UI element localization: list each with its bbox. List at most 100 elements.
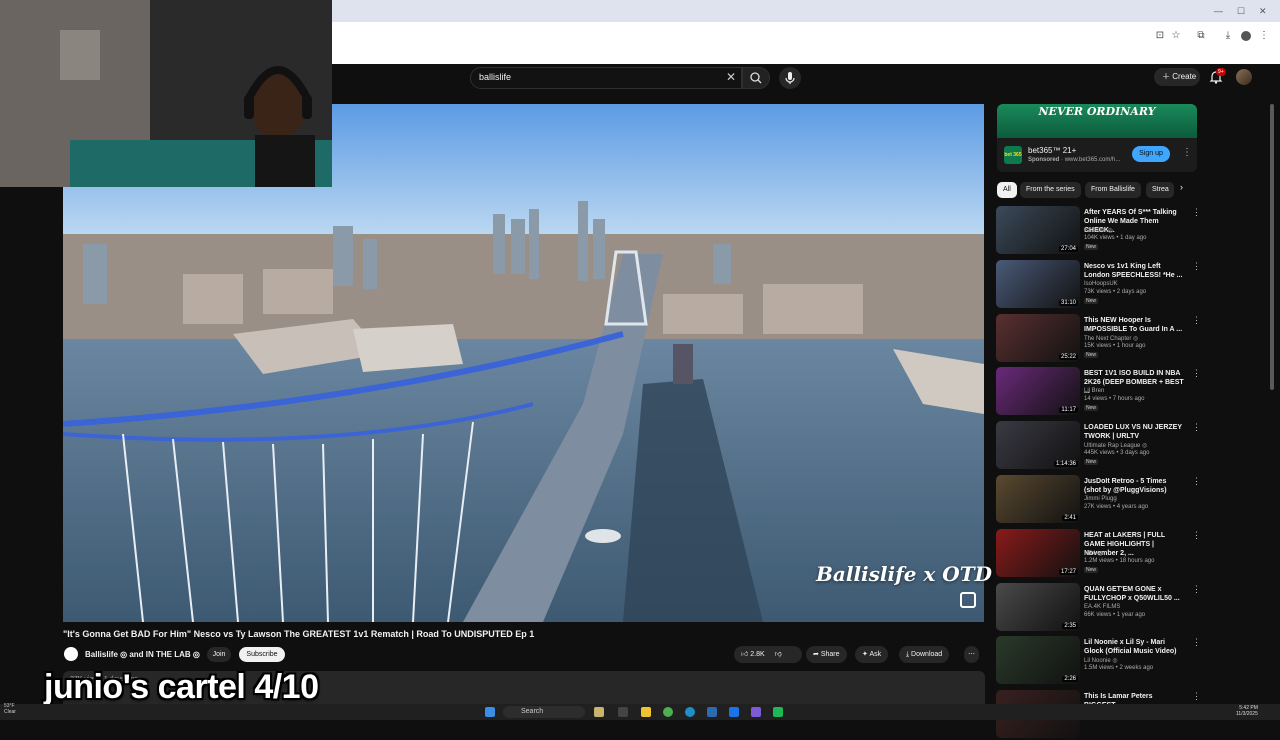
page-scrollbar[interactable] <box>1270 104 1274 390</box>
browser-menu-icon[interactable]: ⋮ <box>1259 31 1269 41</box>
join-button[interactable]: Join <box>207 647 231 662</box>
recommendation-item[interactable]: 11:17 BEST 1V1 ISO BUILD IN NBA 2K26 (DEE… <box>996 367 1201 417</box>
download-label: Download <box>911 651 943 658</box>
browser-address-bar[interactable] <box>332 22 1280 64</box>
recommendation-title[interactable]: This NEW Hooper Is IMPOSSIBLE To Guard I… <box>1084 316 1184 334</box>
recommendation-channel: Ballislife ◎ <box>1084 228 1113 234</box>
account-avatar[interactable] <box>1236 69 1252 85</box>
like-dislike-group[interactable]: 👍︎ 2.8K 👎︎ <box>734 646 802 663</box>
recommendation-menu-icon[interactable]: ⋮ <box>1192 476 1201 487</box>
duration-badge: 11:17 <box>1059 407 1078 413</box>
search-icon <box>750 72 762 84</box>
discord-icon[interactable] <box>751 707 761 717</box>
taskbar-search-box[interactable]: Search <box>503 706 585 718</box>
recommendation-item[interactable]: 2:35 QUAN GET'EM GONE x FULLYCHOP x Q50WL… <box>996 583 1201 633</box>
recommendation-thumbnail[interactable]: 2:26 <box>996 636 1080 684</box>
recommendation-title[interactable]: JusDoIt Retroo - 5 Times (shot by @Plugg… <box>1084 477 1184 495</box>
ad-menu-icon[interactable]: ⋮ <box>1182 147 1192 158</box>
recommendation-thumbnail[interactable]: 2:35 <box>996 583 1080 631</box>
recommendation-thumbnail[interactable]: 25:22 <box>996 314 1080 362</box>
chip-from-series[interactable]: From the series <box>1020 182 1081 198</box>
install-icon[interactable]: ⊡ <box>1155 31 1165 41</box>
profile-icon[interactable] <box>1241 31 1251 41</box>
subscribe-button[interactable]: Subscribe <box>239 647 285 662</box>
recommendation-title[interactable]: Nesco vs 1v1 King Left London SPEECHLESS… <box>1084 262 1184 280</box>
app-icon[interactable] <box>773 707 783 717</box>
ad-sponsored-line: Sponsored · www.bet365.com/h... <box>1028 157 1121 163</box>
channel-name[interactable]: Ballislife ◎ and IN THE LAB ◎ <box>85 650 200 659</box>
recommendation-menu-icon[interactable]: ⋮ <box>1192 637 1201 648</box>
recommendation-menu-icon[interactable]: ⋮ <box>1192 422 1201 433</box>
extensions-icon[interactable]: ⧉ <box>1196 31 1206 41</box>
system-clock[interactable]: 5:42 PM 11/3/2025 <box>1236 705 1258 717</box>
channel-avatar[interactable] <box>64 647 78 661</box>
recommendation-menu-icon[interactable]: ⋮ <box>1192 207 1201 218</box>
close-window-icon[interactable]: ✕ <box>1259 6 1267 17</box>
ask-button[interactable]: ✦ Ask <box>855 646 889 663</box>
start-menu-icon[interactable] <box>485 707 495 717</box>
create-button[interactable]: ＋ Create <box>1154 68 1200 86</box>
maximize-icon[interactable]: ☐ <box>1237 6 1245 17</box>
chip-streams[interactable]: Strea <box>1146 182 1174 198</box>
recommendation-item[interactable]: 2:41 JusDoIt Retroo - 5 Times (shot by @P… <box>996 475 1201 525</box>
bookmark-star-icon[interactable]: ☆ <box>1171 31 1181 41</box>
downloads-icon[interactable]: ⤓ <box>1223 31 1233 41</box>
more-actions-button[interactable]: ⋯ <box>964 646 979 663</box>
plus-icon: ＋ <box>1162 72 1170 81</box>
recommendation-item[interactable]: 31:10 Nesco vs 1v1 King Left London SPEEC… <box>996 260 1201 310</box>
recommendation-title[interactable]: Lil Noonie x Lil Sy - Mari Glock (Offici… <box>1084 638 1184 656</box>
recommendation-menu-icon[interactable]: ⋮ <box>1192 315 1201 326</box>
task-view-icon[interactable] <box>618 707 628 717</box>
store-icon[interactable] <box>707 707 717 717</box>
recommendation-thumbnail[interactable]: 27:04 <box>996 206 1080 254</box>
search-button[interactable] <box>742 67 770 89</box>
minimize-icon[interactable]: — <box>1214 6 1223 16</box>
recommendation-menu-icon[interactable]: ⋮ <box>1192 530 1201 541</box>
voice-search-button[interactable] <box>779 67 801 89</box>
widgets-icon[interactable] <box>594 707 604 717</box>
recommendation-item[interactable]: 2:26 Lil Noonie x Lil Sy - Mari Glock (Of… <box>996 636 1201 686</box>
new-badge: New <box>1084 405 1099 411</box>
recommendation-meta: 1.2M views • 18 hours ago <box>1084 558 1155 564</box>
thumbs-down-icon[interactable]: 👎︎ <box>775 651 782 658</box>
recommendation-thumbnail[interactable]: 2:41 <box>996 475 1080 523</box>
recommendation-channel: NBA ◎ <box>1084 551 1103 557</box>
recommendation-meta: 14 views • 7 hours ago <box>1084 396 1145 402</box>
recommendation-menu-icon[interactable]: ⋮ <box>1192 691 1201 702</box>
edge-icon[interactable] <box>685 707 695 717</box>
recommendation-menu-icon[interactable]: ⋮ <box>1192 368 1201 379</box>
recommendation-channel: Lil Bren <box>1084 388 1105 394</box>
duration-badge: 2:35 <box>1062 623 1078 629</box>
share-button[interactable]: ➦ Share <box>806 646 847 663</box>
search-query-text: ballislife <box>479 72 512 82</box>
recommendation-menu-icon[interactable]: ⋮ <box>1192 261 1201 272</box>
download-button[interactable]: ⤓ Download <box>899 646 950 663</box>
recommendation-title[interactable]: LOADED LUX VS NU JERZEY TWORK | URLTV <box>1084 423 1184 441</box>
share-icon: ➦ <box>813 651 821 658</box>
recommendation-title[interactable]: QUAN GET'EM GONE x FULLYCHOP x Q50WLIL50… <box>1084 585 1184 603</box>
recommendation-thumbnail[interactable]: 11:17 <box>996 367 1080 415</box>
outlook-icon[interactable] <box>729 707 739 717</box>
duration-badge: 25:22 <box>1058 354 1078 360</box>
chrome-icon[interactable] <box>663 707 673 717</box>
clear-search-icon[interactable]: ✕ <box>726 70 736 84</box>
recommendation-thumbnail[interactable]: 17:27 <box>996 529 1080 577</box>
chip-all[interactable]: All <box>997 182 1017 198</box>
recommendation-item[interactable]: 17:27 HEAT at LAKERS | FULL GAME HIGHLIGH… <box>996 529 1201 579</box>
recommendation-item[interactable]: 27:04 After YEARS Of S*** Talking Online … <box>996 206 1201 256</box>
chip-from-ballislife[interactable]: From Ballislife <box>1085 182 1141 198</box>
player-settings-icon[interactable] <box>960 592 976 608</box>
recommendation-meta: 73K views • 2 days ago <box>1084 289 1147 295</box>
ad-signup-button[interactable]: Sign up <box>1132 146 1170 162</box>
weather-widget[interactable]: 53°F Clear <box>4 703 16 715</box>
recommendation-item[interactable]: 25:22 This NEW Hooper Is IMPOSSIBLE To Gu… <box>996 314 1201 364</box>
file-explorer-icon[interactable] <box>641 707 651 717</box>
recommendation-menu-icon[interactable]: ⋮ <box>1192 584 1201 595</box>
recommendation-item[interactable]: 1:14:36 LOADED LUX VS NU JERZEY TWORK | U… <box>996 421 1201 471</box>
duration-badge: 27:04 <box>1058 246 1078 252</box>
duration-badge: 31:10 <box>1058 300 1078 306</box>
recommendation-meta: 1.5M views • 2 weeks ago <box>1084 665 1154 671</box>
recommendation-thumbnail[interactable]: 31:10 <box>996 260 1080 308</box>
recommendation-thumbnail[interactable]: 1:14:36 <box>996 421 1080 469</box>
chevron-right-icon[interactable]: › <box>1180 182 1183 192</box>
